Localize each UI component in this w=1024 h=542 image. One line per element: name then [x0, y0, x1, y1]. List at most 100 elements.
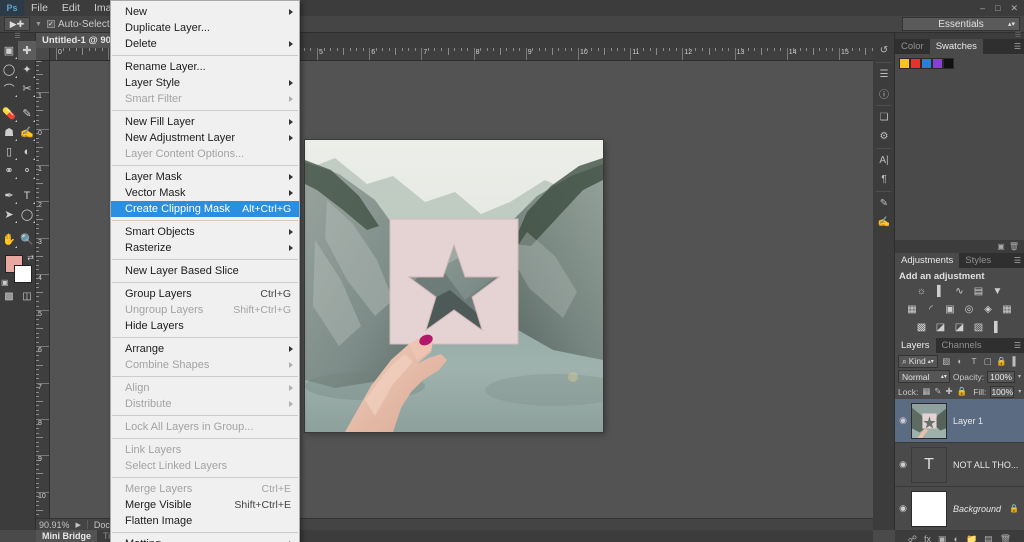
table-row[interactable]: ◉ T NOT ALL THO... — [895, 443, 1024, 487]
gradient-map-icon[interactable]: ▧ — [969, 320, 988, 335]
lock-transparent-icon[interactable]: ▦ — [922, 385, 930, 398]
delete-layer-icon[interactable]: 🗑 — [1000, 534, 1011, 542]
menu-item-new-fill-layer[interactable]: New Fill Layer — [111, 114, 299, 130]
smart-object-filter-icon[interactable]: 🔒 — [996, 355, 1007, 368]
tool-preset-picker[interactable]: ▶✚ — [4, 17, 30, 31]
menu-item-group-layers[interactable]: Group Layers Ctrl+G — [111, 286, 299, 302]
vertical-ruler[interactable]: 21012345678910 — [36, 48, 50, 518]
magic-wand-tool[interactable]: ✦ — [18, 60, 36, 79]
artboard[interactable] — [305, 140, 603, 432]
vibrance-icon[interactable]: ▼ — [988, 284, 1007, 299]
layer-visibility-icon[interactable]: ◉ — [895, 415, 911, 426]
menu-item-new[interactable]: New — [111, 4, 299, 20]
brightness-contrast-icon[interactable]: ☼ — [912, 284, 931, 299]
eraser-tool[interactable]: ▯ — [0, 142, 18, 161]
tab-swatches[interactable]: Swatches — [929, 39, 983, 54]
table-row[interactable]: ◉ Layer 1 — [895, 399, 1024, 443]
swap-colors-icon[interactable]: ⇄ — [27, 253, 34, 262]
tab-channels[interactable]: Channels — [936, 338, 988, 353]
background-color-swatch[interactable] — [14, 265, 32, 283]
tab-layers[interactable]: Layers — [895, 338, 936, 353]
layer-menu-dropdown[interactable]: New Duplicate Layer... Delete Rename Layer.… — [110, 0, 300, 542]
new-adjustment-icon[interactable]: ▣ — [997, 242, 1005, 251]
move-tool[interactable]: ✚ — [18, 41, 36, 60]
black-white-icon[interactable]: ▣ — [941, 302, 960, 317]
spot-healing-tool[interactable]: 💊 — [0, 104, 18, 123]
gradient-tool[interactable]: ◐ — [18, 142, 36, 161]
opacity-value[interactable]: 100% — [987, 370, 1015, 383]
swatch-purple[interactable] — [932, 58, 943, 69]
paragraph-styles-icon[interactable]: ✍ — [873, 213, 895, 232]
auto-select-checkbox[interactable]: ✓ Auto-Select: — [46, 19, 112, 30]
menu-item-smart-objects[interactable]: Smart Objects — [111, 224, 299, 240]
tab-color[interactable]: Color — [895, 39, 930, 54]
color-swatches[interactable]: ⇄ ▣ — [0, 253, 36, 287]
menu-item-layer-style[interactable]: Layer Style — [111, 75, 299, 91]
swatch-black[interactable] — [943, 58, 954, 69]
layer-thumbnail[interactable] — [911, 402, 947, 439]
swatch-blue[interactable] — [921, 58, 932, 69]
history-brush-tool[interactable]: ✍ — [18, 123, 36, 142]
color-balance-icon[interactable]: ◜ — [922, 302, 941, 317]
chevron-down-icon[interactable]: ▼ — [35, 21, 42, 28]
tab-styles[interactable]: Styles — [959, 253, 997, 268]
new-group-icon[interactable]: 📁 — [966, 534, 977, 542]
fill-value[interactable]: 100% — [990, 385, 1015, 398]
threshold-icon[interactable]: ◪ — [950, 320, 969, 335]
history-icon[interactable]: ↺ — [873, 41, 895, 60]
default-colors-icon[interactable]: ▣ — [1, 278, 9, 287]
color-lookup-icon[interactable]: ▦ — [998, 302, 1017, 317]
layer-thumbnail[interactable] — [911, 490, 947, 527]
menu-item-new-layer-based-slice[interactable]: New Layer Based Slice — [111, 263, 299, 279]
fill-stepper-icon[interactable]: ▾ — [1018, 388, 1021, 395]
pixel-filter-icon[interactable]: ▧ — [941, 355, 952, 368]
table-row[interactable]: ◉ Background 🔒 — [895, 487, 1024, 531]
type-filter-icon[interactable]: T — [969, 355, 980, 368]
character-icon[interactable]: A| — [873, 151, 895, 170]
blur-tool[interactable]: ⚭ — [0, 161, 18, 180]
swatch-yellow[interactable] — [899, 58, 910, 69]
layer-mask-icon[interactable]: ▣ — [938, 534, 947, 542]
panel-menu-icon[interactable]: ☰ — [1014, 341, 1021, 350]
character-styles-icon[interactable]: ✎ — [873, 194, 895, 213]
blend-mode-dropdown[interactable]: Normal ▴▾ — [898, 370, 950, 383]
menu-item-new-adjustment-layer[interactable]: New Adjustment Layer — [111, 130, 299, 146]
ellipse-shape-tool[interactable]: ◯ — [18, 205, 36, 224]
paragraph-icon[interactable]: ¶ — [873, 170, 895, 189]
menu-item-layer-mask[interactable]: Layer Mask — [111, 169, 299, 185]
info-icon[interactable]: ⓘ — [873, 84, 895, 103]
brush-tool[interactable]: ✎ — [18, 104, 36, 123]
layer-style-icon[interactable]: fx — [924, 534, 931, 542]
type-tool[interactable]: T — [18, 186, 36, 205]
panel-menu-icon[interactable]: ☰ — [1014, 256, 1021, 265]
new-adjustment-icon[interactable]: ◐ — [954, 534, 959, 542]
selective-color-icon[interactable]: ▌ — [988, 320, 1007, 335]
toolbar-grip[interactable]: ☰ — [0, 33, 35, 41]
menu-item-create-clipping-mask[interactable]: Create Clipping Mask Alt+Ctrl+G — [111, 201, 299, 217]
maximize-icon[interactable]: □ — [995, 3, 1000, 13]
lock-position-icon[interactable]: ✚ — [945, 385, 952, 398]
screen-mode-icon[interactable]: ◫ — [18, 287, 36, 305]
dodge-tool[interactable]: ⚬ — [18, 161, 36, 180]
menu-edit[interactable]: Edit — [55, 0, 87, 16]
invert-icon[interactable]: ▩ — [912, 320, 931, 335]
menu-item-merge-visible[interactable]: Merge Visible Shift+Ctrl+E — [111, 497, 299, 513]
swatch-red[interactable] — [910, 58, 921, 69]
hand-tool[interactable]: ✋ — [0, 230, 18, 249]
menu-item-arrange[interactable]: Arrange — [111, 341, 299, 357]
channel-mixer-icon[interactable]: ◈ — [979, 302, 998, 317]
lock-all-icon[interactable]: 🔒 — [957, 385, 968, 398]
menu-item-vector-mask[interactable]: Vector Mask — [111, 185, 299, 201]
path-selection-tool[interactable]: ➤ — [0, 205, 18, 224]
layer-visibility-icon[interactable]: ◉ — [895, 459, 911, 470]
zoom-level[interactable]: 90.91% — [39, 520, 70, 530]
link-layers-icon[interactable]: ☍ — [908, 534, 917, 542]
shape-filter-icon[interactable]: ▢ — [982, 355, 993, 368]
opacity-stepper-icon[interactable]: ▾ — [1018, 373, 1021, 380]
posterize-icon[interactable]: ◪ — [931, 320, 950, 335]
workspace-switcher[interactable]: Essentials ▴▾ — [902, 17, 1020, 31]
new-layer-icon[interactable]: ▤ — [984, 534, 993, 542]
tab-mini-bridge[interactable]: Mini Bridge — [36, 530, 97, 542]
menu-item-hide-layers[interactable]: Hide Layers — [111, 318, 299, 334]
close-icon[interactable]: ✕ — [1010, 3, 1018, 14]
